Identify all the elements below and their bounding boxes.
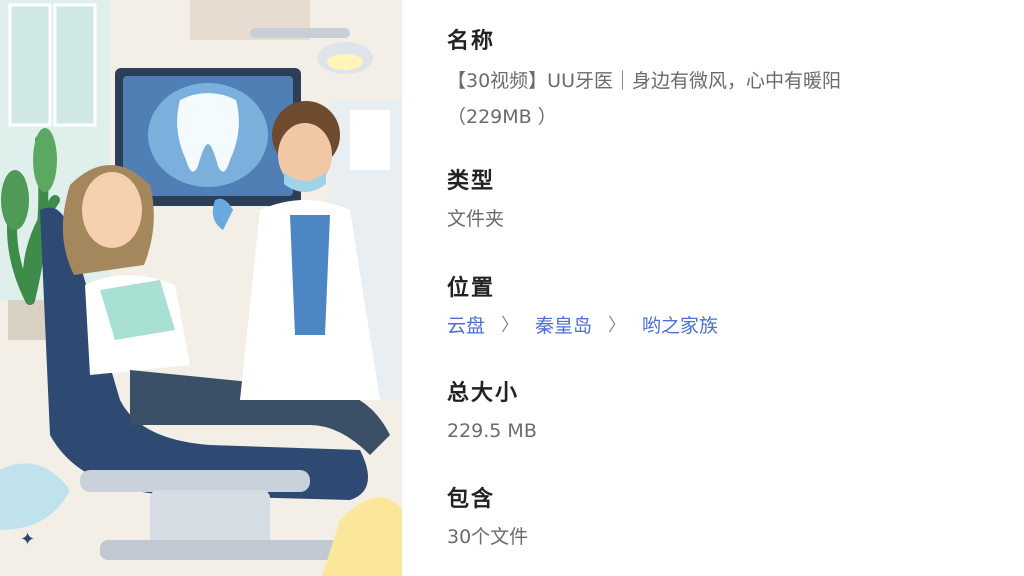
folder-cover-image: ✦ <box>0 0 402 576</box>
type-field: 类型 文件夹 <box>447 167 1007 237</box>
breadcrumb-item-cloud[interactable]: 云盘 <box>447 308 485 344</box>
chevron-right-icon: 〉 <box>501 315 520 336</box>
location-label: 位置 <box>447 276 496 301</box>
location-breadcrumb: 云盘 〉 秦皇岛 〉 哟之家族 <box>447 308 1007 344</box>
type-label: 类型 <box>447 169 496 194</box>
name-value-line2: （229MB ） <box>447 106 557 128</box>
svg-text:✦: ✦ <box>20 529 35 550</box>
contains-value: 30个文件 <box>447 526 529 548</box>
name-value: 【30视频】UU牙医｜身边有微风，心中有暖阳 （229MB ） <box>447 63 1007 135</box>
name-value-line1: 【30视频】UU牙医｜身边有微风，心中有暖阳 <box>447 70 841 92</box>
file-details-panel: 名称 【30视频】UU牙医｜身边有微风，心中有暖阳 （229MB ） 类型 文件… <box>447 0 1007 576</box>
contains-label: 包含 <box>447 487 496 512</box>
name-label: 名称 <box>447 29 496 54</box>
breadcrumb-item-qinhuangdao[interactable]: 秦皇岛 <box>535 308 592 344</box>
chevron-right-icon: 〉 <box>608 315 627 336</box>
breadcrumb-item-family[interactable]: 哟之家族 <box>642 308 718 344</box>
name-field: 名称 【30视频】UU牙医｜身边有微风，心中有暖阳 （229MB ） <box>447 27 1007 135</box>
size-label: 总大小 <box>447 381 520 406</box>
location-field: 位置 云盘 〉 秦皇岛 〉 哟之家族 <box>447 274 1007 344</box>
type-value: 文件夹 <box>447 208 505 230</box>
size-field: 总大小 229.5 MB <box>447 379 1007 449</box>
size-value: 229.5 MB <box>447 420 537 442</box>
contains-field: 包含 30个文件 <box>447 485 1007 555</box>
